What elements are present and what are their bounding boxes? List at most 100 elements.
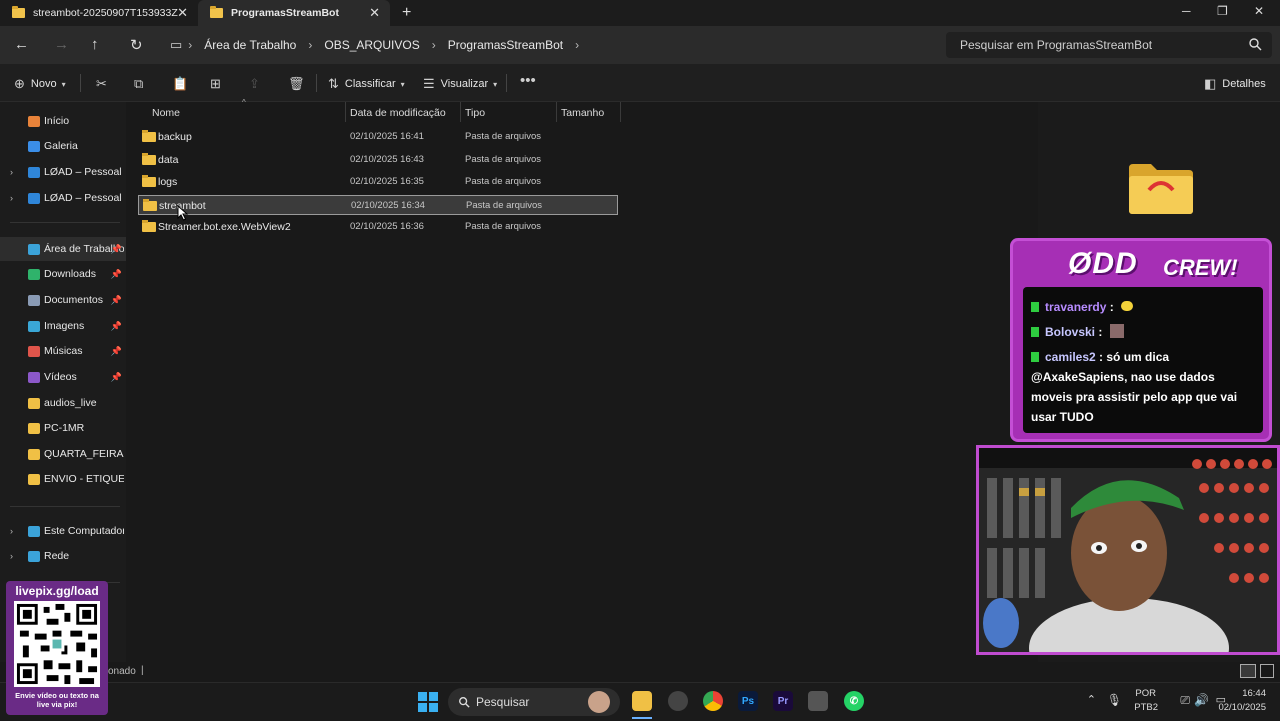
sidebar-item[interactable]: Documentos 📌 (0, 288, 126, 312)
language-indicator[interactable]: POR (1135, 688, 1156, 699)
chat-username: Bolovski (1045, 325, 1096, 339)
active-indicator (632, 717, 652, 719)
sidebar-item[interactable]: Início (0, 109, 126, 133)
sidebar-item[interactable]: ENVIO - ETIQUETAS (0, 467, 126, 491)
pin-icon: 📌 (110, 294, 122, 305)
chat-username: travanerdy (1045, 300, 1107, 314)
sidebar-item-label: Este Computador (44, 525, 124, 537)
column-divider[interactable] (460, 102, 461, 122)
chevron-right-icon[interactable]: › (10, 167, 13, 177)
sidebar-item[interactable]: Músicas 📌 (0, 339, 126, 363)
close-tab-icon[interactable]: ✕ (369, 5, 380, 21)
sidebar-item[interactable]: PC-1MR (0, 416, 126, 440)
sidebar-item[interactable]: › LØAD – Pessoal (0, 186, 126, 210)
search-highlight-icon (588, 691, 610, 713)
sidebar-item[interactable]: audios_live (0, 391, 126, 415)
chevron-down-icon: ▾ (61, 79, 66, 89)
cut-icon[interactable]: ✂ (96, 76, 107, 92)
monitor-icon[interactable]: ▭ (170, 37, 182, 53)
delete-icon[interactable]: 🗑 (288, 76, 305, 92)
sidebar-item[interactable]: Vídeos 📌 (0, 365, 126, 389)
premiere-icon[interactable]: Pr (773, 691, 793, 711)
sidebar-item[interactable]: QUARTA_FEIRA (0, 442, 126, 466)
chevron-right-icon[interactable]: › (575, 38, 579, 52)
minimize-icon[interactable]: ─ (1182, 4, 1191, 18)
close-window-icon[interactable]: ✕ (1254, 4, 1264, 18)
breadcrumb-item[interactable]: ProgramasStreamBot (448, 38, 563, 52)
column-divider[interactable] (345, 102, 346, 122)
sidebar-item-label: LØAD – Pessoal (44, 166, 122, 178)
file-row[interactable]: logs 02/10/2025 16:35 Pasta de arquivos (138, 172, 618, 192)
more-icon[interactable]: ••• (520, 72, 536, 89)
column-date[interactable]: Data de modificação (350, 107, 446, 119)
breadcrumb-item[interactable]: Área de Trabalho (204, 38, 296, 52)
chat-messages: travanerdy : Bolovski : camiles2 : só um… (1023, 287, 1263, 433)
tab-programas-streambot[interactable]: ProgramasStreamBot ✕ (198, 0, 390, 26)
volume-icon[interactable]: 🔊 (1194, 693, 1209, 707)
microphone-icon[interactable]: 🎙 (1107, 693, 1122, 707)
clock-time[interactable]: 16:44 (1242, 688, 1266, 699)
details-button[interactable]: ◧ Detalhes (1204, 76, 1266, 92)
chat-username: camiles2 (1045, 350, 1096, 364)
command-bar: ⊕ Novo ▾ ✂ ⧉ 📋 ⊞ ⇪ 🗑 ⇅ Classificar ▾ ☰ V… (0, 64, 1280, 102)
column-size[interactable]: Tamanho (561, 107, 604, 119)
search-input[interactable]: Pesquisar em ProgramasStreamBot (946, 32, 1272, 58)
divider (80, 74, 81, 92)
document-icon (28, 294, 40, 306)
tab-streambot-zip[interactable]: streambot-20250907T153933Z ✕ (0, 0, 198, 26)
copy-icon[interactable]: ⧉ (134, 76, 143, 92)
windows-start-icon[interactable] (418, 692, 438, 712)
photoshop-icon[interactable]: Ps (738, 691, 758, 711)
view-button[interactable]: ☰ Visualizar ▾ (423, 76, 497, 92)
file-row[interactable]: backup 02/10/2025 16:41 Pasta de arquivos (138, 127, 618, 147)
forward-icon[interactable]: → (54, 36, 69, 53)
file-row[interactable]: data 02/10/2025 16:43 Pasta de arquivos (138, 150, 618, 170)
breadcrumb-item[interactable]: OBS_ARQUIVOS (324, 38, 419, 52)
sort-arrow-icon: ^ (242, 98, 246, 107)
new-button[interactable]: ⊕ Novo ▾ (14, 76, 66, 92)
chrome-icon[interactable] (703, 691, 723, 711)
file-name: Streamer.bot.exe.WebView2 (158, 221, 291, 233)
sort-button[interactable]: ⇅ Classificar ▾ (328, 76, 405, 92)
app-icon[interactable] (808, 691, 828, 711)
keyboard-layout[interactable]: PTB2 (1134, 702, 1158, 713)
chevron-right-icon[interactable]: › (10, 193, 13, 203)
sidebar-item[interactable]: Área de Trabalho 📌 (0, 237, 126, 261)
column-divider[interactable] (556, 102, 557, 122)
sidebar-item[interactable]: › Este Computador (0, 519, 126, 543)
maximize-icon[interactable]: ❐ (1217, 4, 1228, 18)
whatsapp-icon[interactable]: ✆ (844, 691, 864, 711)
sidebar-item[interactable]: › Rede (0, 544, 126, 568)
rename-icon[interactable]: ⊞ (210, 76, 221, 92)
network-icon[interactable]: ⎚ (1180, 693, 1190, 708)
chevron-right-icon[interactable]: › (10, 551, 13, 561)
chevron-up-icon[interactable]: ⌃ (1087, 693, 1096, 706)
back-icon[interactable]: ← (14, 36, 29, 53)
share-icon[interactable]: ⇪ (249, 76, 260, 92)
clock-date[interactable]: 02/10/2025 (1218, 702, 1266, 713)
sidebar-item[interactable]: Imagens 📌 (0, 314, 126, 338)
file-explorer-icon[interactable] (632, 691, 652, 711)
file-date: 02/10/2025 16:35 (350, 176, 424, 187)
details-view-icon[interactable] (1240, 664, 1256, 678)
tiles-view-icon[interactable] (1260, 664, 1274, 678)
sidebar-item[interactable]: › LØAD – Pessoal (0, 160, 126, 184)
paste-icon[interactable]: 📋 (172, 76, 188, 92)
column-name[interactable]: Nome (152, 107, 180, 119)
new-tab-icon[interactable]: + (402, 4, 411, 22)
view-icon: ☰ (423, 76, 435, 91)
file-row[interactable]: streambot 02/10/2025 16:34 Pasta de arquiv… (138, 194, 618, 215)
column-divider[interactable] (620, 102, 621, 122)
sidebar-item[interactable]: Galeria (0, 134, 126, 158)
search-placeholder: Pesquisar em ProgramasStreamBot (960, 38, 1153, 52)
sidebar-item-label: ENVIO - ETIQUETAS (44, 473, 124, 485)
taskbar-search[interactable]: Pesquisar (448, 688, 620, 716)
chevron-right-icon[interactable]: › (10, 526, 13, 536)
sidebar-item[interactable]: Downloads 📌 (0, 262, 126, 286)
obs-icon[interactable] (668, 691, 688, 711)
close-tab-icon[interactable]: ✕ (177, 5, 188, 21)
refresh-icon[interactable]: ↻ (130, 36, 143, 54)
up-icon[interactable]: ↑ (91, 36, 99, 53)
file-row[interactable]: Streamer.bot.exe.WebView2 02/10/2025 16:3… (138, 217, 618, 237)
column-type[interactable]: Tipo (465, 107, 485, 119)
